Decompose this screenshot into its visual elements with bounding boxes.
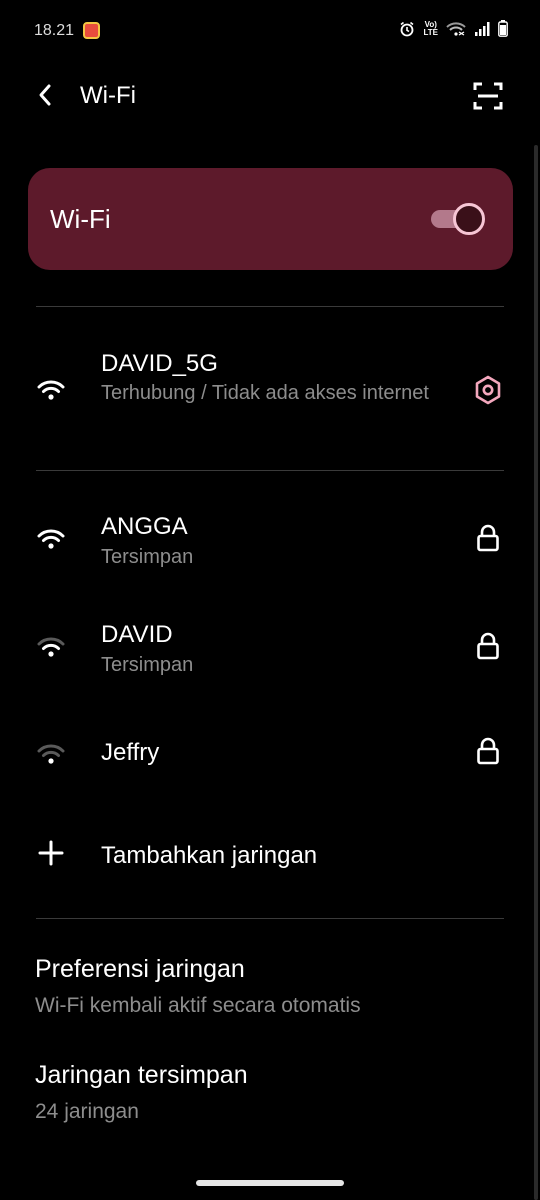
wifi-full-icon <box>36 527 66 551</box>
volte-bottom-text: LTE <box>423 27 438 37</box>
status-bar: 18.21 Vo) LTE <box>0 0 540 60</box>
pref-subtitle: Wi-Fi kembali aktif secara otomatis <box>35 994 361 1017</box>
network-name: DAVID_5G <box>101 350 218 377</box>
plus-icon <box>38 840 64 866</box>
network-name: Jeffry <box>101 739 160 766</box>
network-name: ANGGA <box>101 513 188 540</box>
pref-title: Jaringan tersimpan <box>35 1061 248 1089</box>
cell-signal-icon <box>474 21 490 36</box>
network-status: Tersimpan <box>101 654 194 676</box>
wifi-full-icon <box>36 378 66 402</box>
home-indicator[interactable] <box>196 1180 344 1186</box>
divider <box>36 918 504 919</box>
network-preferences-item[interactable]: Preferensi jaringan Wi-Fi kembali aktif … <box>0 945 540 1030</box>
wifi-signal-icon <box>446 21 466 36</box>
lock-icon <box>474 523 502 553</box>
divider <box>36 470 504 471</box>
page-title: Wi-Fi <box>80 82 136 109</box>
settings-gear-icon[interactable] <box>474 375 502 405</box>
network-name: DAVID <box>101 621 173 648</box>
network-row-david[interactable]: DAVID Tersimpan <box>0 613 540 693</box>
battery-icon <box>498 20 508 37</box>
wifi-medium-icon <box>36 635 66 659</box>
wifi-switch[interactable] <box>429 203 485 235</box>
network-row-jeffry[interactable]: Jeffry <box>0 720 540 790</box>
status-time: 18.21 <box>34 22 75 39</box>
back-arrow-icon[interactable] <box>30 80 60 110</box>
status-icons: Vo) LTE <box>399 20 508 37</box>
volte-icon: Vo) LTE <box>423 20 438 37</box>
qr-scan-icon[interactable] <box>472 80 504 112</box>
add-network-button[interactable]: Tambahkan jaringan <box>0 830 540 880</box>
connected-network-row[interactable]: DAVID_5G Terhubung / Tidak ada akses int… <box>0 330 540 450</box>
wifi-low-icon <box>36 742 66 766</box>
saved-networks-item[interactable]: Jaringan tersimpan 24 jaringan <box>0 1051 540 1136</box>
pref-subtitle: 24 jaringan <box>35 1100 139 1123</box>
add-network-label: Tambahkan jaringan <box>101 842 318 869</box>
alarm-icon <box>399 21 415 37</box>
network-row-angga[interactable]: ANGGA Tersimpan <box>0 505 540 585</box>
wifi-toggle-label: Wi-Fi <box>50 204 111 234</box>
switch-thumb <box>453 203 485 235</box>
app-bar: Wi-Fi <box>0 70 540 120</box>
pref-title: Preferensi jaringan <box>35 955 245 983</box>
network-status: Tersimpan <box>101 546 194 568</box>
lock-icon <box>474 631 502 661</box>
divider <box>36 306 504 307</box>
app-notification-icon <box>83 22 100 39</box>
wifi-toggle-card[interactable]: Wi-Fi <box>28 168 513 270</box>
lock-icon <box>474 736 502 766</box>
network-status: Terhubung / Tidak ada akses internet <box>101 382 429 404</box>
